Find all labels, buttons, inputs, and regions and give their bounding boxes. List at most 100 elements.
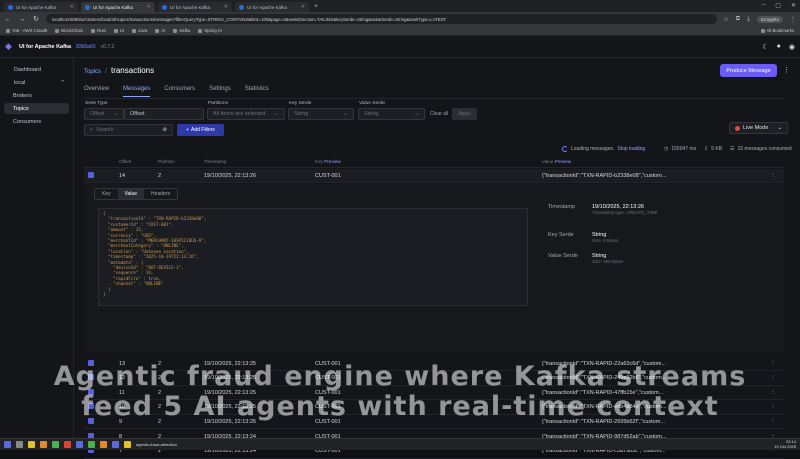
value-serde-select[interactable]: String ⌄ [358,108,425,120]
value-preview-link[interactable]: Preview [555,159,571,164]
seek-type-select[interactable]: Offset ⌄ [84,108,124,120]
app-icon[interactable] [88,441,95,448]
detail-tab-value[interactable]: Value [117,189,145,199]
live-mode-select[interactable]: Live Mode ⌄ [729,122,788,134]
key-preview-link[interactable]: Preview [324,159,340,164]
browser-tab[interactable]: UI for Apache Kafka ✕ [4,2,78,12]
close-icon[interactable]: ✕ [70,4,74,10]
partitions-select[interactable]: All items are selected. ⌄ [207,108,285,120]
breadcrumb-topics-link[interactable]: Topics [84,69,101,75]
app-icon[interactable] [52,441,59,448]
app-icon[interactable] [64,441,71,448]
app-icon[interactable] [100,441,107,448]
taskbar-window-label[interactable]: agentic-fraud-detection [136,442,177,447]
meta-key-serde: Key Serde [548,232,574,238]
system-clock[interactable]: 22:14 19 Oct 2025 [774,439,796,449]
clear-all-button[interactable]: Clear all [428,108,450,120]
bookmark-item[interactable]: Rust [91,28,106,33]
sidebar-item-topics[interactable]: Topics [4,103,69,114]
bookmark-item[interactable]: Java [132,28,147,33]
page-title: transactions [110,66,155,75]
col-value: Value Preview [542,159,572,164]
bookmark-item[interactable]: Spring AI [198,28,222,33]
col-offset: Offset [119,159,132,164]
incognito-badge[interactable]: Incognito [756,15,783,23]
reload-icon[interactable]: ↻ [32,15,40,23]
download-icon: ⇩ [704,146,709,152]
app-icon[interactable] [76,441,83,448]
folder-icon [173,28,178,33]
topic-tabs: Overview Messages Consumers Settings Sta… [84,86,269,97]
chrome-icon[interactable] [112,441,119,448]
all-bookmarks[interactable]: All Bookmarks [760,28,794,33]
search-input[interactable]: ⌕ Search ⊗ [84,124,173,136]
bookmark-item[interactable]: AI [155,28,165,33]
close-icon[interactable]: ✕ [147,4,151,10]
produce-message-button[interactable]: Produce Message [720,64,777,77]
sidebar-item-dashboard[interactable]: Dashboard [4,64,69,75]
more-options-icon[interactable]: ⋮ [783,66,790,74]
back-icon[interactable]: ← [4,16,12,23]
version-hash-link[interactable]: 83b5a60 [76,44,95,50]
extensions-icon[interactable]: ⧉ [736,16,740,23]
stop-loading-link[interactable]: Stop loading [617,146,645,152]
browser-tab[interactable]: UI for Apache Kafka ✕ [158,2,232,12]
browser-tab-active[interactable]: UI for Apache Kafka ✕ [81,2,155,12]
sidebar-cluster-local[interactable]: local ⌃ [4,77,69,88]
close-icon[interactable]: ✕ [301,4,305,10]
file-explorer-icon[interactable] [28,441,35,448]
collapse-row-icon[interactable] [88,171,94,178]
breadcrumb: Topics / transactions [84,66,154,75]
bookmark-item[interactable]: BlockChain [55,28,83,33]
sidebar-item-brokers[interactable]: Brokers [4,90,69,101]
offset-input[interactable]: Offset [124,108,204,120]
menu-icon[interactable]: ⋮ [790,16,796,23]
download-icon[interactable]: ⤓ [747,16,750,23]
row-menu-icon[interactable]: ⋮ [762,173,784,179]
detail-tab-key[interactable]: Key [95,189,118,199]
bookmark-item[interactable]: Kafka [173,28,190,33]
kafka-favicon-icon [8,4,13,10]
sidebar-item-consumers[interactable]: Consumers [4,116,69,127]
address-bar[interactable]: localhost:8080/ui/clusters/local/all-top… [46,14,718,24]
new-tab-icon[interactable]: + [314,3,318,10]
app-icon[interactable] [40,441,47,448]
forward-icon[interactable]: → [18,16,26,23]
messages-table-header: Offset Partition Timestamp Key Preview V… [84,156,784,168]
minimize-icon[interactable]: – [762,2,765,9]
key-serde-label: Key Serde [289,101,312,106]
tab-settings[interactable]: Settings [209,86,231,97]
value-serde-label: Value Serde [359,101,386,106]
elapsed-time: ◷ 155047 ms [664,146,697,152]
bookmark-item[interactable]: UI [113,28,124,33]
kafka-logo-icon: ◆ [5,41,12,51]
tab-consumers[interactable]: Consumers [164,86,195,97]
kafka-favicon-icon [162,4,167,10]
tab-overview[interactable]: Overview [84,86,109,97]
maximize-icon[interactable]: ▢ [775,2,781,9]
github-icon[interactable]: ● [777,43,781,50]
col-key: Key Preview [315,159,341,164]
key-serde-select[interactable]: String ⌄ [288,108,354,120]
app-icon[interactable] [124,441,131,448]
table-row-selected[interactable]: 14 2 19/10/2025, 22:13:26 CUST-001 {"tra… [84,169,784,183]
search-icon[interactable] [16,441,23,448]
start-icon[interactable] [4,441,11,448]
close-icon[interactable]: ✕ [224,4,228,10]
tab-statistics[interactable]: Statistics [245,86,269,97]
clear-search-icon[interactable]: ⊗ [162,127,167,133]
star-icon[interactable]: ☆ [723,16,728,23]
folder-icon [6,28,10,33]
bookmark-item[interactable]: Yo6 - AWS Cloud9 [6,28,47,33]
add-filters-button[interactable]: + Add Filters [177,124,224,136]
json-value-viewer[interactable]: { "transactionId" : "TXN-RAPID-b2338e08"… [98,208,528,306]
apply-button[interactable]: Apply [452,108,477,120]
theme-toggle-icon[interactable]: ☾ [762,43,768,51]
message-detail-panel: Key Value Headers { "transactionId" : "T… [84,184,784,352]
detail-tab-headers[interactable]: Headers [144,189,177,199]
close-window-icon[interactable]: ✕ [791,2,796,9]
tab-messages[interactable]: Messages [123,86,151,97]
browser-tab[interactable]: UI for Apache Kafka ✕ [235,2,309,12]
discord-icon[interactable]: ◉ [789,43,795,51]
video-caption: Agentic fraud engine where Kafka streams… [53,361,747,422]
